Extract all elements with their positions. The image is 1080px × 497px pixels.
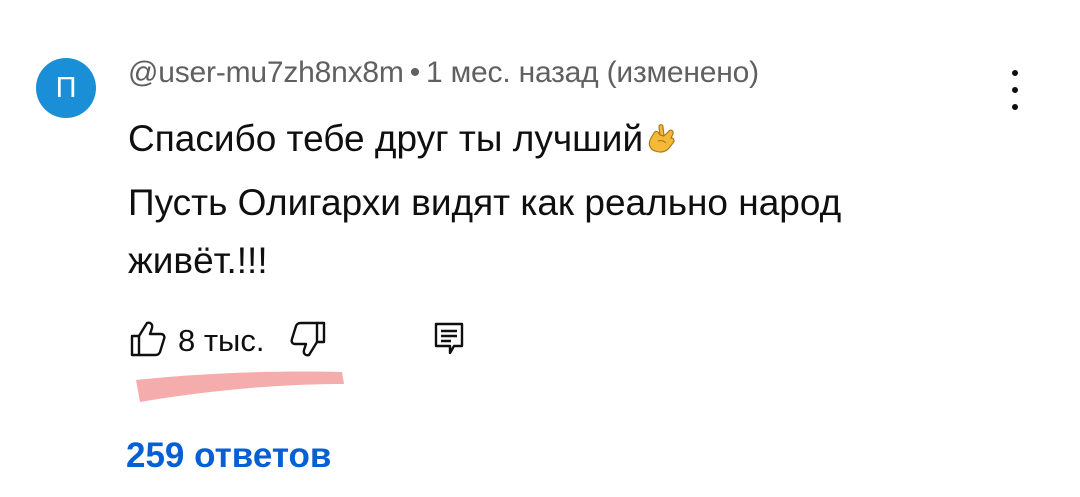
kebab-dot xyxy=(1012,87,1018,93)
dislike-button[interactable] xyxy=(288,319,328,364)
comment-text: Спасибо тебе друг ты лучший Пусть Олигар… xyxy=(128,110,988,290)
thumbs-up-icon xyxy=(128,319,168,364)
kebab-dot xyxy=(1012,70,1018,76)
comment-line-1: Спасибо тебе друг ты лучший xyxy=(128,110,988,174)
view-replies-link[interactable]: 259 ответов xyxy=(126,436,331,476)
thumbs-down-icon xyxy=(288,319,328,364)
like-button[interactable] xyxy=(128,319,168,364)
kebab-dot xyxy=(1012,104,1018,110)
comment-line-2: Пусть Олигархи видят как реально народ xyxy=(128,182,842,223)
comment-actions: 8 тыс. xyxy=(128,318,328,364)
avatar-letter: П xyxy=(55,71,77,104)
meta-separator: • xyxy=(409,56,421,89)
reply-comment-icon xyxy=(432,322,466,360)
avatar[interactable]: П xyxy=(36,58,96,118)
like-count: 8 тыс. xyxy=(178,323,265,358)
comment-meta: @user-mu7zh8nx8m • 1 мес. назад (изменено) xyxy=(128,56,759,90)
comment-timestamp[interactable]: 1 мес. назад (изменено) xyxy=(426,56,759,89)
comment-line-3: живёт.!!! xyxy=(128,240,268,281)
author-handle[interactable]: @user-mu7zh8nx8m xyxy=(128,56,404,89)
highlight-marker-stroke xyxy=(130,362,352,413)
hand-call-me-icon xyxy=(645,116,679,174)
reply-button[interactable] xyxy=(432,320,466,361)
more-actions-button[interactable] xyxy=(1000,70,1030,110)
